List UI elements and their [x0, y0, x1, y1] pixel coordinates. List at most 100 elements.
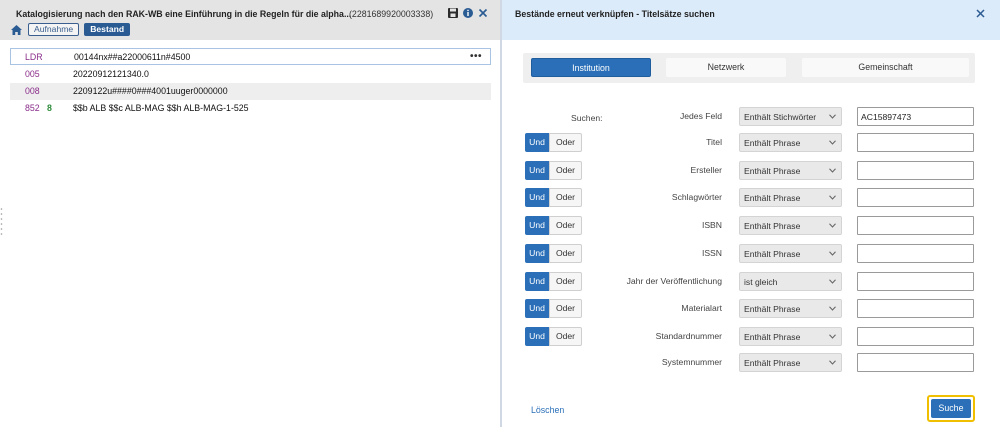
field-label: ISSN [701, 248, 722, 258]
chevron-down-icon [829, 306, 836, 311]
chevron-down-icon [829, 114, 836, 119]
search-row: Und Oder Standardnummer Enthält Phrase [502, 327, 1000, 347]
operator-select[interactable]: Enthält Phrase [739, 216, 842, 235]
field-tag: 005 [25, 69, 40, 79]
more-options-icon[interactable]: ••• [470, 51, 482, 62]
tab-aufnahme[interactable]: Aufnahme [28, 23, 80, 36]
oder-toggle-button[interactable]: Oder [549, 133, 582, 152]
und-toggle-button[interactable]: Und [525, 133, 549, 152]
field-label: Standardnummer [655, 331, 722, 341]
field-value[interactable]: 20220912121340.0 [73, 69, 149, 79]
field-tag: 852 [25, 103, 40, 113]
operator-value: Enthält Phrase [744, 166, 801, 176]
operator-select[interactable]: Enthält Phrase [739, 244, 842, 263]
home-icon[interactable] [10, 24, 23, 36]
operator-value: ist gleich [744, 277, 778, 287]
tab-netzwerk[interactable]: Netzwerk [666, 58, 786, 77]
search-row: Und Oder Materialart Enthält Phrase [502, 299, 1000, 319]
und-toggle-button[interactable]: Und [525, 161, 549, 180]
operator-value: Enthält Phrase [744, 332, 801, 342]
search-button[interactable]: Suche [931, 399, 971, 418]
field-value[interactable]: $$b ALB $$c ALB-MAG $$h ALB-MAG-1-525 [73, 103, 249, 113]
field-tag: LDR [25, 52, 43, 62]
tab-bestand[interactable]: Bestand [84, 23, 131, 36]
search-value-input[interactable] [857, 107, 974, 126]
record-id: (2281689920003338) [349, 9, 434, 19]
info-icon[interactable] [462, 7, 474, 19]
operator-select[interactable]: Enthält Phrase [739, 188, 842, 207]
operator-select[interactable]: Enthält Phrase [739, 161, 842, 180]
operator-select[interactable]: Enthält Phrase [739, 353, 842, 372]
field-label: Materialart [681, 303, 722, 313]
search-value-input[interactable] [857, 161, 974, 180]
close-icon[interactable] [477, 7, 489, 19]
und-toggle-button[interactable]: Und [525, 272, 549, 291]
search-value-input[interactable] [857, 327, 974, 346]
search-value-input[interactable] [857, 188, 974, 207]
chevron-down-icon [829, 223, 836, 228]
field-label: Ersteller [690, 165, 722, 175]
search-row: Und Oder Titel Enthält Phrase [502, 133, 1000, 153]
operator-value: Enthält Phrase [744, 358, 801, 368]
record-row-852[interactable]: 852 8 $$b ALB $$c ALB-MAG $$h ALB-MAG-1-… [10, 100, 491, 117]
field-value[interactable]: 2209122u####0###4001uuger0000000 [73, 86, 228, 96]
clear-link[interactable]: Löschen [531, 405, 564, 415]
resize-grip-icon[interactable] [0, 205, 3, 237]
search-row: Und Oder Ersteller Enthält Phrase [502, 161, 1000, 181]
field-indicator: 8 [47, 103, 52, 113]
operator-value: Enthält Stichwörter [744, 112, 817, 122]
oder-toggle-button[interactable]: Oder [549, 327, 582, 346]
oder-toggle-button[interactable]: Oder [549, 161, 582, 180]
und-toggle-button[interactable]: Und [525, 188, 549, 207]
record-editor-panel: Katalogisierung nach den RAK-WB eine Ein… [0, 0, 500, 427]
search-row: Jedes Feld Enthält Stichwörter [502, 107, 1000, 127]
search-row: Und Oder Schlagwörter Enthält Phrase [502, 188, 1000, 208]
search-value-input[interactable] [857, 272, 974, 291]
tab-institution[interactable]: Institution [531, 58, 651, 77]
field-value[interactable]: 00144nx##a22000611n#4500 [74, 52, 190, 62]
search-value-input[interactable] [857, 133, 974, 152]
operator-value: Enthält Phrase [744, 221, 801, 231]
oder-toggle-button[interactable]: Oder [549, 244, 582, 263]
search-value-input[interactable] [857, 244, 974, 263]
field-label: Systemnummer [661, 357, 722, 367]
oder-toggle-button[interactable]: Oder [549, 216, 582, 235]
save-icon[interactable] [447, 7, 459, 19]
und-toggle-button[interactable]: Und [525, 216, 549, 235]
und-toggle-button[interactable]: Und [525, 244, 549, 263]
search-panel-title: Bestände erneut verknüpfen - Titelsätze … [515, 9, 715, 19]
oder-toggle-button[interactable]: Oder [549, 272, 582, 291]
record-header: Katalogisierung nach den RAK-WB eine Ein… [0, 0, 500, 40]
chevron-down-icon [829, 334, 836, 339]
chevron-down-icon [829, 279, 836, 284]
und-toggle-button[interactable]: Und [525, 299, 549, 318]
operator-select[interactable]: Enthält Phrase [739, 299, 842, 318]
operator-select[interactable]: Enthält Stichwörter [739, 107, 842, 126]
record-row-005[interactable]: 005 20220912121340.0 [10, 66, 491, 83]
tab-gemeinschaft[interactable]: Gemeinschaft [802, 58, 969, 77]
search-row: Und Oder ISBN Enthält Phrase [502, 216, 1000, 236]
field-label: Jedes Feld [679, 111, 722, 121]
chevron-down-icon [829, 360, 836, 365]
search-value-input[interactable] [857, 299, 974, 318]
record-row-008[interactable]: 008 2209122u####0###4001uuger0000000 [10, 83, 491, 100]
chevron-down-icon [829, 251, 836, 256]
oder-toggle-button[interactable]: Oder [549, 299, 582, 318]
operator-value: Enthält Phrase [744, 249, 801, 259]
operator-select[interactable]: Enthält Phrase [739, 327, 842, 346]
operator-value: Enthält Phrase [744, 304, 801, 314]
field-label: Titel [706, 137, 722, 147]
search-button-focus-ring: Suche [927, 395, 975, 422]
oder-toggle-button[interactable]: Oder [549, 188, 582, 207]
chevron-down-icon [829, 168, 836, 173]
search-panel-header: Bestände erneut verknüpfen - Titelsätze … [502, 0, 1000, 40]
search-value-input[interactable] [857, 216, 974, 235]
scope-tabs: Institution Netzwerk Gemeinschaft [523, 53, 975, 83]
search-value-input[interactable] [857, 353, 974, 372]
operator-select[interactable]: Enthält Phrase [739, 133, 842, 152]
close-icon[interactable] [975, 8, 986, 19]
relink-search-panel: Bestände erneut verknüpfen - Titelsätze … [502, 0, 1000, 427]
record-row-ldr[interactable]: LDR 00144nx##a22000611n#4500 ••• [10, 48, 491, 65]
und-toggle-button[interactable]: Und [525, 327, 549, 346]
operator-select[interactable]: ist gleich [739, 272, 842, 291]
